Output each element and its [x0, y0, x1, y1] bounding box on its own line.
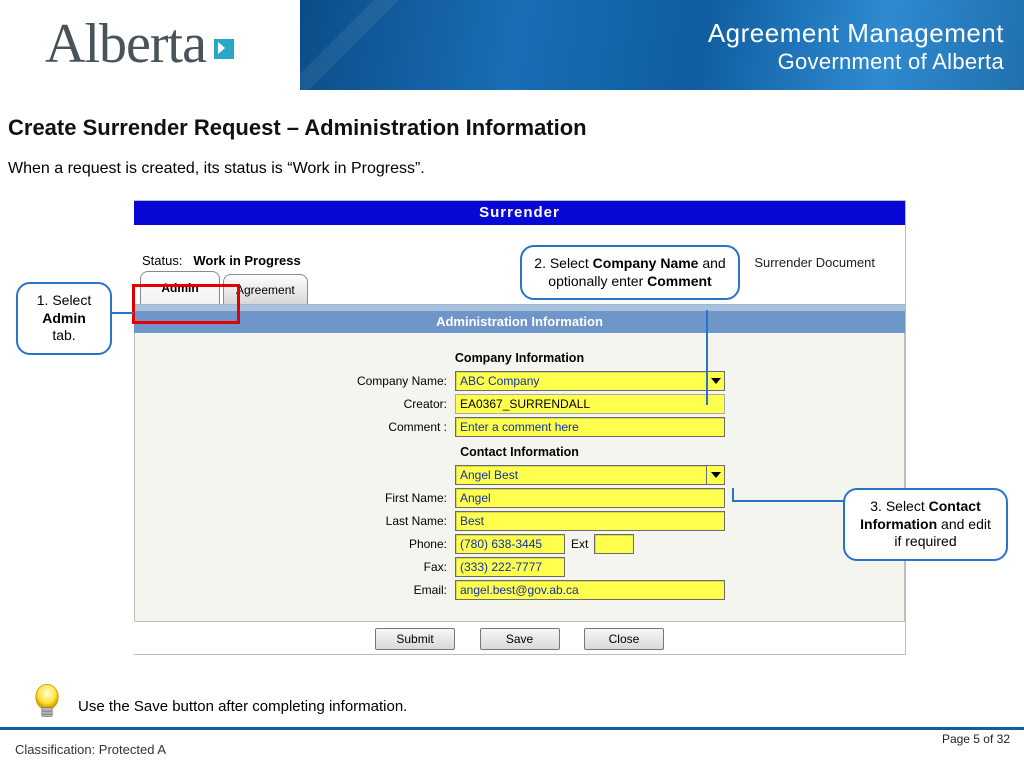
tip-text: Use the Save button after completing inf… [78, 698, 407, 715]
callout-2-bold2: Comment [647, 273, 712, 289]
row-fax: Fax: (333) 222-7777 [155, 557, 884, 577]
company-name-select[interactable]: ABC Company [455, 371, 725, 391]
contact-select[interactable]: Angel Best [455, 465, 725, 485]
alberta-logo: Alberta [45, 16, 234, 72]
callout-3-pre: 3. Select [870, 498, 928, 514]
row-first-name: First Name: Angel [155, 488, 884, 508]
label-fax: Fax: [155, 560, 455, 574]
tab-strip: Admin Agreement [140, 271, 311, 304]
footer-classification: Classification: Protected A [15, 742, 166, 757]
section-admin-info: Administration Information [134, 311, 905, 333]
intro-text: When a request is created, its status is… [8, 160, 425, 178]
fax-input[interactable]: (333) 222-7777 [455, 557, 565, 577]
label-last-name: Last Name: [155, 514, 455, 528]
row-last-name: Last Name: Best [155, 511, 884, 531]
surrender-document-link[interactable]: Surrender Document [754, 255, 875, 270]
footer-rule [0, 727, 1024, 730]
label-company-name: Company Name: [155, 374, 455, 388]
label-phone: Phone: [155, 537, 455, 551]
footer-page-number: Page 5 of 32 [942, 732, 1010, 746]
callout-3-pointer-v [732, 488, 734, 502]
header-title: Agreement Management Government of Alber… [708, 18, 1004, 75]
header-title-line1: Agreement Management [708, 18, 1004, 49]
contact-select-value: Angel Best [455, 465, 707, 485]
callout-2-pre: 2. Select [534, 255, 592, 271]
label-first-name: First Name: [155, 491, 455, 505]
callout-3-pointer [732, 500, 844, 502]
status-value: Work in Progress [193, 253, 300, 268]
callout-1: 1. Select Admin tab. [16, 282, 112, 355]
app-banner: Surrender [134, 201, 905, 225]
lightbulb-icon [32, 678, 62, 728]
callout-1-bold: Admin [42, 310, 86, 326]
callout-1-post: tab. [52, 327, 75, 343]
row-company-name: Company Name: ABC Company [155, 371, 884, 391]
status-label: Status: [142, 253, 182, 268]
row-creator: Creator: EA0367_SURRENDALL [155, 394, 884, 414]
callout-3: 3. Select Contact Information and edit i… [843, 488, 1008, 561]
status-line: Status: Work in Progress [142, 253, 301, 268]
label-comment: Comment : [155, 420, 455, 434]
first-name-input[interactable]: Angel [455, 488, 725, 508]
submit-button[interactable]: Submit [375, 628, 455, 650]
row-phone: Phone: (780) 638-3445 Ext [155, 534, 884, 554]
row-contact-select: Angel Best [155, 465, 884, 485]
phone-input[interactable]: (780) 638-3445 [455, 534, 565, 554]
admin-panel: Company Information Company Name: ABC Co… [134, 333, 905, 622]
save-button[interactable]: Save [480, 628, 560, 650]
chevron-down-icon[interactable] [707, 371, 725, 391]
callout-2-pointer-v [706, 310, 708, 405]
last-name-input[interactable]: Best [455, 511, 725, 531]
tab-admin[interactable]: Admin [140, 271, 220, 304]
label-creator: Creator: [155, 397, 455, 411]
callout-1-pointer [112, 312, 134, 314]
company-name-value: ABC Company [455, 371, 707, 391]
label-email: Email: [155, 583, 455, 597]
chevron-down-icon[interactable] [707, 465, 725, 485]
creator-value: EA0367_SURRENDALL [455, 394, 725, 414]
company-heading: Company Information [155, 351, 884, 365]
tab-agreement[interactable]: Agreement [223, 274, 308, 304]
contact-heading: Contact Information [155, 445, 884, 459]
page-header: Alberta Agreement Management Government … [0, 0, 1024, 90]
callout-2-bold1: Company Name [593, 255, 699, 271]
callout-1-pre: 1. Select [37, 292, 91, 308]
row-email: Email: angel.best@gov.ab.ca [155, 580, 884, 600]
row-comment: Comment : Enter a comment here [155, 417, 884, 437]
callout-2: 2. Select Company Name and optionally en… [520, 245, 740, 300]
button-row: Submit Save Close [134, 628, 905, 654]
close-button[interactable]: Close [584, 628, 664, 650]
logo-text: Alberta [45, 16, 206, 72]
email-input[interactable]: angel.best@gov.ab.ca [455, 580, 725, 600]
header-title-line2: Government of Alberta [708, 49, 1004, 75]
logo-arrow-icon [214, 39, 234, 59]
comment-input[interactable]: Enter a comment here [455, 417, 725, 437]
page-title: Create Surrender Request – Administratio… [8, 115, 587, 141]
ext-input[interactable] [594, 534, 634, 554]
label-ext: Ext [565, 537, 594, 551]
